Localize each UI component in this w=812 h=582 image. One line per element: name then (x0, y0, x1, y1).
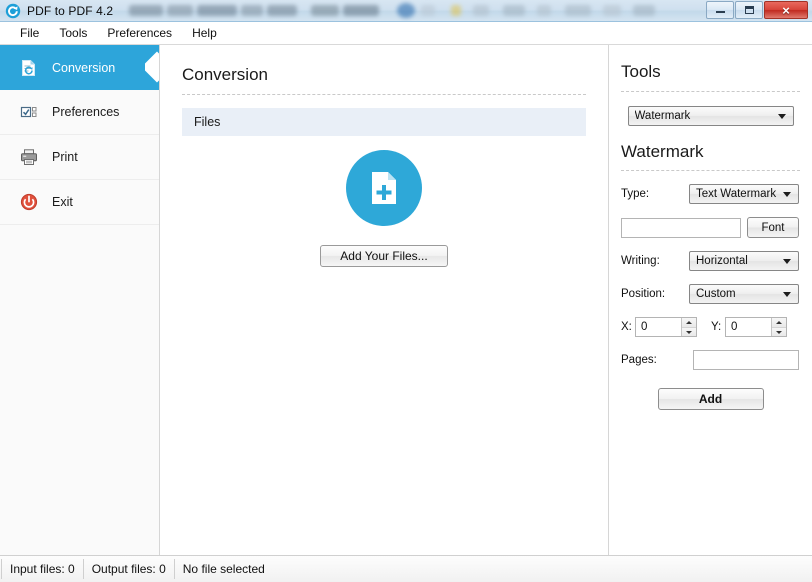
add-button-row: Add (621, 388, 800, 410)
checkbox-list-icon (18, 101, 40, 123)
writing-value: Horizontal (696, 255, 748, 267)
body-area: Conversion Preferences Print Exit Conver… (0, 45, 812, 555)
document-convert-icon (18, 57, 40, 79)
tools-title: Tools (621, 45, 800, 92)
menu-item-file[interactable]: File (10, 24, 49, 42)
add-your-files-button[interactable]: Add Your Files... (320, 245, 448, 267)
pages-input[interactable] (693, 350, 799, 370)
y-spinner[interactable]: 0 (725, 317, 787, 337)
watermark-section-title: Watermark (621, 126, 800, 171)
caret-down-icon (686, 330, 692, 334)
file-plus-circle-icon[interactable] (346, 150, 422, 226)
conversion-panel: Conversion Files Add Your Files... (160, 45, 609, 555)
chevron-down-icon (783, 291, 791, 297)
x-spinner-buttons[interactable] (681, 318, 696, 336)
y-value: 0 (731, 321, 738, 333)
font-button[interactable]: Font (747, 217, 799, 238)
power-icon (18, 191, 40, 213)
type-row: Type: Text Watermark (621, 184, 800, 204)
y-spinner-down-button[interactable] (772, 327, 786, 336)
application-window: PDF to PDF 4.2 × File Tools Preferences … (0, 0, 812, 582)
file-drop-zone[interactable]: Add Your Files... (182, 150, 586, 267)
tool-select-value: Watermark (634, 110, 691, 122)
x-label: X: (621, 321, 632, 333)
type-value: Text Watermark (696, 188, 777, 200)
active-indicator-chevron (145, 45, 159, 90)
type-dropdown[interactable]: Text Watermark (689, 184, 799, 204)
add-your-files-label: Add Your Files... (340, 249, 428, 263)
y-spinner-up-button[interactable] (772, 318, 786, 327)
maximize-button[interactable] (735, 1, 763, 19)
window-controls: × (706, 1, 810, 19)
x-value: 0 (641, 321, 648, 333)
tool-select-dropdown[interactable]: Watermark (627, 106, 794, 126)
chevron-down-icon (783, 191, 791, 197)
pages-label: Pages: (621, 354, 657, 366)
sidebar-item-label-exit: Exit (52, 195, 73, 209)
watermark-text-row: Font (621, 217, 800, 238)
menu-item-tools[interactable]: Tools (49, 24, 97, 42)
status-input-files: Input files: 0 (1, 559, 84, 579)
watermark-text-input[interactable] (621, 217, 741, 238)
sidebar-item-label-conversion: Conversion (52, 60, 116, 75)
status-selection: No file selected (182, 562, 265, 576)
menu-item-preferences[interactable]: Preferences (97, 24, 182, 42)
chevron-down-icon (777, 113, 786, 119)
pages-row: Pages: (621, 350, 800, 370)
caret-up-icon (686, 321, 692, 324)
window-title: PDF to PDF 4.2 (27, 3, 114, 18)
font-button-label: Font (761, 221, 785, 234)
menu-bar: File Tools Preferences Help (0, 22, 812, 45)
caret-up-icon (776, 321, 782, 324)
sidebar-item-conversion[interactable]: Conversion (0, 45, 159, 90)
status-output-files: Output files: 0 (84, 559, 175, 579)
sidebar-item-label-preferences: Preferences (52, 105, 120, 119)
files-header-label: Files (194, 115, 221, 129)
printer-icon (18, 146, 40, 168)
type-label: Type: (621, 188, 650, 200)
x-spinner-down-button[interactable] (682, 327, 696, 336)
x-spinner[interactable]: 0 (635, 317, 697, 337)
writing-label: Writing: (621, 255, 660, 267)
tool-select-row: Watermark (621, 106, 800, 126)
writing-row: Writing: Horizontal (621, 251, 800, 271)
sidebar-item-exit[interactable]: Exit (0, 180, 159, 225)
position-dropdown[interactable]: Custom (689, 284, 799, 304)
caret-down-icon (776, 330, 782, 334)
position-label: Position: (621, 288, 666, 300)
status-bar: Input files: 0 Output files: 0 No file s… (0, 555, 812, 582)
position-value: Custom (696, 288, 736, 300)
coordinates-row: X: 0 Y: 0 (621, 317, 800, 337)
files-section-header: Files (182, 108, 586, 136)
sidebar-item-label-print: Print (52, 150, 78, 164)
y-label: Y: (711, 321, 722, 333)
sidebar-item-preferences[interactable]: Preferences (0, 90, 159, 135)
add-watermark-label: Add (698, 392, 723, 406)
menu-item-help[interactable]: Help (182, 24, 227, 42)
close-icon: × (782, 2, 790, 18)
minimize-button[interactable] (706, 1, 734, 19)
page-title: Conversion (182, 45, 586, 95)
chevron-down-icon (783, 258, 791, 264)
sidebar: Conversion Preferences Print Exit (0, 45, 160, 555)
position-row: Position: Custom (621, 284, 800, 304)
add-watermark-button[interactable]: Add (657, 388, 764, 410)
y-spinner-buttons[interactable] (771, 318, 786, 336)
x-spinner-up-button[interactable] (682, 318, 696, 327)
app-icon (5, 3, 21, 19)
sidebar-item-print[interactable]: Print (0, 135, 159, 180)
close-button[interactable]: × (764, 1, 808, 19)
writing-dropdown[interactable]: Horizontal (689, 251, 799, 271)
title-bar: PDF to PDF 4.2 × (0, 0, 812, 22)
tools-panel: Tools Watermark Watermark Type: Text Wat… (609, 45, 812, 555)
